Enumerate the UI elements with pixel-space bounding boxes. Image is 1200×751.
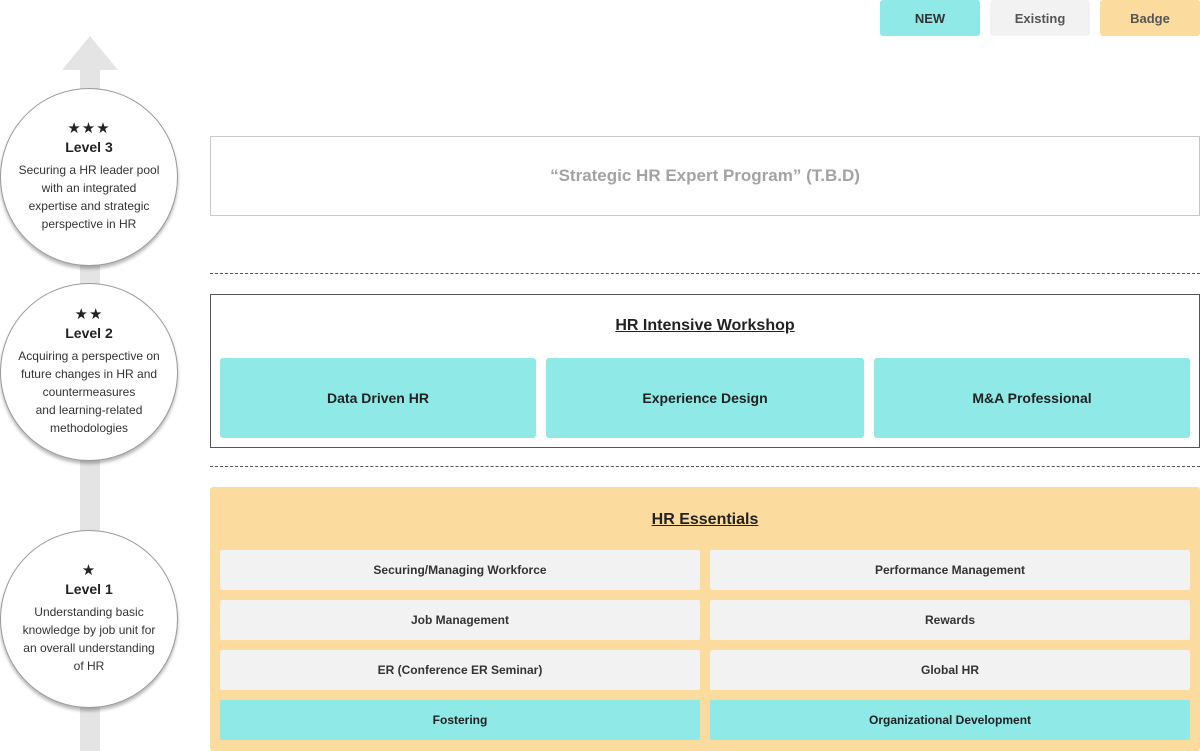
essentials-title: HR Essentials	[651, 511, 759, 528]
essentials-card-securing-managing-workforce: Securing/Managing Workforce	[220, 550, 700, 590]
strategic-hr-expert-program: “Strategic HR Expert Program” (T.B.D)	[210, 136, 1200, 216]
workshop-title: HR Intensive Workshop	[615, 317, 795, 334]
level-3-stars: ★★★	[67, 120, 111, 137]
legend: NEW Existing Badge	[880, 0, 1200, 36]
workshop-card-data-driven-hr: Data Driven HR	[220, 358, 536, 438]
level-3-description: Securing a HR leader pool with an integr…	[18, 163, 160, 231]
essentials-card-job-management: Job Management	[220, 600, 700, 640]
level-divider-lower	[210, 466, 1200, 467]
up-arrow-icon	[62, 36, 118, 70]
level-2-stars: ★★	[74, 306, 104, 323]
essentials-card-fostering: Fostering	[220, 700, 700, 740]
level-3-circle: ★★★ Level 3 Securing a HR leader pool wi…	[0, 88, 178, 266]
level-1-stars: ★	[81, 562, 97, 579]
legend-badge: Badge	[1100, 0, 1200, 36]
level-1-circle: ★ Level 1 Understanding basic knowledge …	[0, 530, 178, 708]
level-divider-upper	[210, 273, 1200, 274]
legend-existing: Existing	[990, 0, 1090, 36]
essentials-card-er-seminar: ER (Conference ER Seminar)	[220, 650, 700, 690]
hr-essentials-box: HR Essentials Securing/Managing Workforc…	[210, 487, 1200, 751]
level-2-circle: ★★ Level 2 Acquiring a perspective on fu…	[0, 283, 178, 461]
essentials-card-rewards: Rewards	[710, 600, 1190, 640]
essentials-card-global-hr: Global HR	[710, 650, 1190, 690]
hr-intensive-workshop-box: HR Intensive Workshop Data Driven HR Exp…	[210, 294, 1200, 448]
level-3-label: Level 3	[65, 139, 113, 155]
level-1-label: Level 1	[65, 581, 113, 597]
level-2-description: Acquiring a perspective on future change…	[18, 349, 160, 435]
level-2-label: Level 2	[65, 325, 113, 341]
workshop-card-experience-design: Experience Design	[546, 358, 864, 438]
legend-new: NEW	[880, 0, 980, 36]
workshop-card-ma-professional: M&A Professional	[874, 358, 1190, 438]
essentials-card-organizational-development: Organizational Development	[710, 700, 1190, 740]
level-1-description: Understanding basic knowledge by job uni…	[22, 605, 156, 673]
essentials-card-performance-management: Performance Management	[710, 550, 1190, 590]
